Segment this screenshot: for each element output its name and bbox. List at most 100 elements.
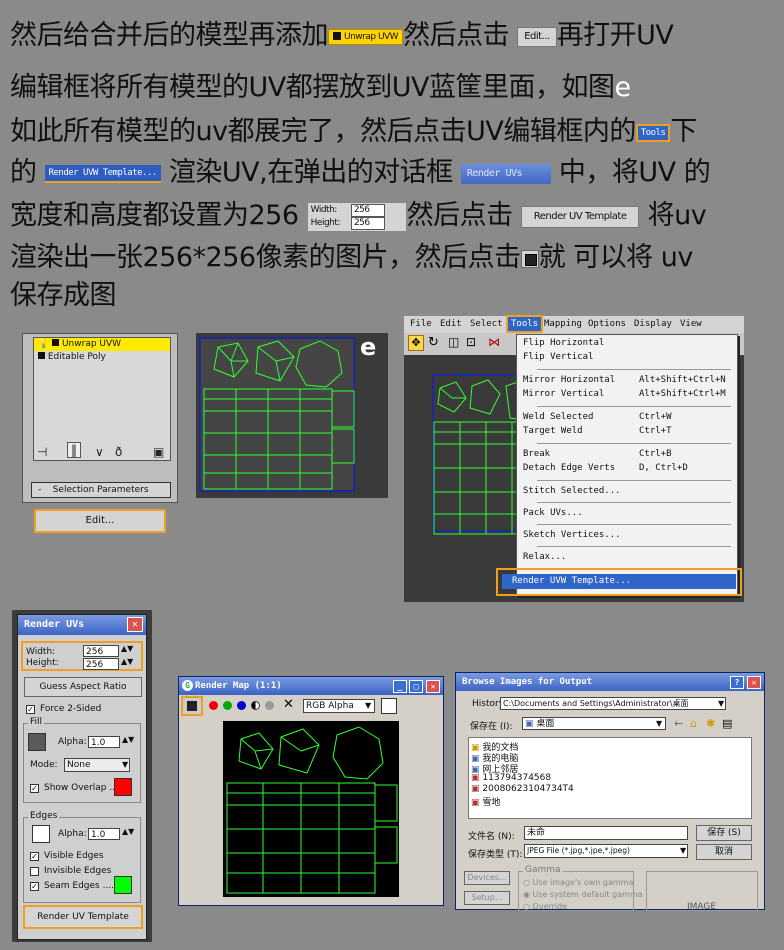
force-2-sided-checkbox[interactable]: ✓ <box>26 705 35 714</box>
list-item[interactable]: ▣ 雪地 <box>471 795 500 808</box>
menu-select[interactable]: Select <box>470 316 503 333</box>
history-select[interactable]: C:\Documents and Settings\Administrator\… <box>500 697 726 710</box>
overlap-color-swatch[interactable] <box>114 778 132 796</box>
seam-color-swatch[interactable] <box>114 876 132 894</box>
new-folder-icon[interactable]: ✱ <box>706 717 715 730</box>
menu-item-sketch-vertices[interactable]: Sketch Vertices... <box>517 528 737 542</box>
maximize-icon[interactable]: □ <box>409 680 423 693</box>
stack-item-unwrap-uvw[interactable]: 💡 Unwrap UVW <box>34 338 170 351</box>
help-icon[interactable]: ? <box>730 676 744 689</box>
close-icon[interactable]: ✕ <box>426 680 440 693</box>
save-button[interactable]: 保存 (S) <box>696 825 752 841</box>
chevron-down-icon[interactable]: ▼ <box>718 699 724 708</box>
height-spinner[interactable]: ▲▼ <box>121 657 133 666</box>
savein-select[interactable]: ▣ 桌面 <box>522 717 666 730</box>
mirror-icon[interactable]: ⋈ <box>488 335 500 349</box>
setup-button[interactable]: Setup... <box>464 891 510 905</box>
seam-edges-checkbox[interactable]: ✓ <box>30 882 39 891</box>
cancel-button[interactable]: 取消 <box>696 844 752 860</box>
menu-item-detach-edge-verts[interactable]: Detach Edge Verts D, Ctrl+D <box>517 461 737 475</box>
edges-alpha-input[interactable]: 1.0 <box>88 828 120 840</box>
save-bitmap-icon[interactable] <box>181 696 203 716</box>
menu-item-relax[interactable]: Relax... <box>517 550 737 564</box>
minimize-icon[interactable]: _ <box>393 680 407 693</box>
close-icon[interactable]: ✕ <box>127 617 143 632</box>
clear-icon[interactable]: ✕ <box>283 697 294 712</box>
selection-parameters-rollout[interactable]: - Selection Parameters <box>31 482 171 498</box>
devices-button[interactable]: Devices... <box>464 871 510 885</box>
menu-item-mirror-vertical[interactable]: Mirror Vertical Alt+Shift+Ctrl+M <box>517 387 737 401</box>
height-input[interactable]: 256 <box>83 658 119 670</box>
chevron-down-icon[interactable]: ▼ <box>656 719 662 728</box>
filetype-select[interactable]: JPEG File (*.jpg,*.jpe,*.jpeg) <box>524 844 688 858</box>
edit-button[interactable]: Edit... <box>34 509 166 533</box>
show-end-result-icon[interactable]: ‖ <box>67 442 81 458</box>
menu-view[interactable]: View <box>680 316 702 333</box>
menu-item-break[interactable]: Break Ctrl+B <box>517 447 737 461</box>
pin-icon[interactable]: ⊣ <box>37 445 47 459</box>
chevron-down-icon[interactable]: ▼ <box>680 846 686 855</box>
stack-item-editable-poly[interactable]: Editable Poly <box>34 351 170 364</box>
rotate-icon[interactable]: ↻ <box>428 335 439 350</box>
menu-tools[interactable]: Tools <box>506 315 544 333</box>
filename-input[interactable]: 未命 <box>524 826 688 840</box>
alpha-channel-icon[interactable] <box>251 701 260 710</box>
up-folder-icon[interactable]: ⌂ <box>690 717 697 730</box>
chevron-down-icon[interactable]: ▼ <box>122 760 128 769</box>
instruction-line-7: 保存成图 <box>10 278 117 314</box>
menu-item-flip-horizontal[interactable]: Flip Horizontal <box>517 336 737 350</box>
fill-alpha-label: Alpha: <box>58 737 87 747</box>
text: 下 <box>670 116 697 147</box>
fill-alpha-input[interactable]: 1.0 <box>88 736 120 748</box>
list-item[interactable]: ▣ 113794374568 <box>471 773 551 783</box>
show-overlap-checkbox[interactable]: ✓ <box>30 784 39 793</box>
red-channel-icon[interactable] <box>209 701 218 710</box>
scale-icon[interactable]: ◫ <box>448 335 459 349</box>
render-uvw-template-chip: Render UVW Template... <box>44 164 161 183</box>
back-icon[interactable]: ← <box>674 717 683 730</box>
invisible-edges-checkbox[interactable] <box>30 867 39 876</box>
fill-alpha-spinner[interactable]: ▲▼ <box>122 735 134 744</box>
menu-item-mirror-horizontal[interactable]: Mirror Horizontal Alt+Shift+Ctrl+N <box>517 373 737 387</box>
make-unique-icon[interactable]: ∨ <box>95 445 104 459</box>
fill-color-swatch[interactable] <box>28 733 46 751</box>
gamma-radio-override[interactable]: ○ Override <box>523 902 567 911</box>
chevron-down-icon[interactable]: ▼ <box>365 701 371 710</box>
menu-item-pack-uvs[interactable]: Pack UVs... <box>517 506 737 520</box>
mono-icon[interactable] <box>265 701 274 710</box>
text: 然后给合并后的模型再添加 <box>10 20 329 51</box>
instruction-line-1: 然后给合并后的模型再添加 Unwrap UVW 然后点击 Edit... 再打开UV <box>10 18 674 54</box>
color-swatch[interactable] <box>381 698 397 714</box>
configure-icon[interactable]: ▣ <box>153 445 164 459</box>
view-menu-icon[interactable]: ▤ <box>722 717 732 730</box>
menu-file[interactable]: File <box>410 316 432 333</box>
menu-item-weld-selected[interactable]: Weld Selected Ctrl+W <box>517 410 737 424</box>
move-icon[interactable]: ✥ <box>408 335 424 351</box>
green-channel-icon[interactable] <box>223 701 232 710</box>
close-icon[interactable]: ✕ <box>747 676 761 689</box>
render-uv-template-button[interactable]: Render UV Template <box>23 905 143 929</box>
gamma-radio-system[interactable]: ◉ Use system default gamma <box>523 890 643 899</box>
guess-aspect-ratio-button[interactable]: Guess Aspect Ratio <box>24 677 142 697</box>
menu-item-stitch-selected[interactable]: Stitch Selected... <box>517 484 737 498</box>
list-item[interactable]: ▣ 20080623104734T4 <box>471 784 574 794</box>
text: 渲染UV,在弹出的对话框 <box>168 157 453 188</box>
width-spinner[interactable]: ▲▼ <box>121 644 133 653</box>
filename-label: 文件名 (N): <box>468 832 515 842</box>
visible-edges-checkbox[interactable]: ✓ <box>30 852 39 861</box>
width-input[interactable]: 256 <box>83 645 119 657</box>
menu-item-render-uvw-template[interactable]: Render UVW Template... <box>502 574 736 589</box>
menu-edit[interactable]: Edit <box>440 316 462 333</box>
blue-channel-icon[interactable] <box>237 701 246 710</box>
menu-mapping[interactable]: Mapping <box>544 316 582 333</box>
menu-item-target-weld[interactable]: Target Weld Ctrl+T <box>517 424 737 438</box>
gamma-radio-own[interactable]: ○ Use image's own gamma <box>523 878 633 887</box>
edges-color-swatch[interactable] <box>32 825 50 843</box>
menu-display[interactable]: Display <box>634 316 672 333</box>
edges-alpha-spinner[interactable]: ▲▼ <box>122 827 134 836</box>
freeform-icon[interactable]: ⊡ <box>466 335 476 349</box>
remove-modifier-icon[interactable]: ð <box>115 445 122 459</box>
menu-options[interactable]: Options <box>588 316 626 333</box>
mode-select[interactable]: None <box>64 758 130 772</box>
menu-item-flip-vertical[interactable]: Flip Vertical <box>517 350 737 364</box>
